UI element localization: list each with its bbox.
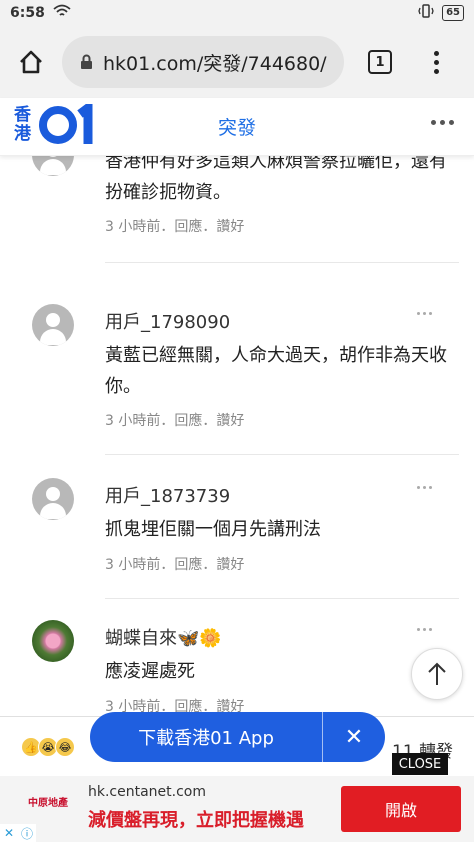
avatar[interactable] (32, 478, 74, 520)
tab-count: 1 (368, 50, 392, 74)
comment-text: 抓鬼埋佢關一個月先講刑法 (105, 519, 321, 540)
browser-menu-button[interactable] (416, 50, 456, 74)
close-banner-button[interactable]: ✕ (323, 725, 385, 750)
advertiser-logo: 中原地產 (28, 798, 68, 809)
header-more-icon[interactable] (431, 120, 454, 125)
vibrate-icon (418, 4, 434, 22)
battery-level: 65 (442, 5, 464, 21)
url-text: hk01.com/突發/744680/ (103, 52, 327, 75)
divider (105, 454, 459, 455)
download-app-button[interactable]: 下載香港01 App (90, 724, 322, 750)
comment-username[interactable]: 蝴蝶自來🦋🌼 (105, 624, 222, 650)
clock: 6:58 (10, 5, 45, 21)
section-title[interactable]: 突發 (0, 113, 474, 140)
comment-text: 應凌遲處死 (105, 661, 195, 682)
comment-more-icon[interactable] (417, 628, 432, 631)
ad-open-button[interactable]: 開啟 (341, 786, 461, 832)
status-bar: 6:58 65 (0, 0, 474, 26)
close-icon[interactable]: ✕ (0, 824, 18, 842)
avatar[interactable] (32, 304, 74, 346)
download-app-banner: 下載香港01 App ✕ (90, 712, 385, 762)
browser-toolbar: hk01.com/突發/744680/ 1 (0, 26, 474, 98)
comment-list: 香港仲有好多這類人麻煩警察拉曬佢，還有扮確診扼物資。 3 小時前．回應．讚好 用… (0, 156, 474, 716)
divider (105, 262, 459, 263)
comment-username[interactable]: 用戶_1873739 (105, 482, 230, 508)
close-ad-button[interactable]: CLOSE (392, 753, 448, 775)
ad-headline: 減價盤再現，立即把握機遇 (88, 810, 304, 831)
comment-text: 黃藍已經無關，人命大過天，胡作非為天收你。 (105, 345, 447, 397)
comment-more-icon[interactable] (417, 486, 432, 489)
arrow-up-icon (428, 662, 446, 685)
comment-text: 香港仲有好多這類人麻煩警察拉曬佢，還有扮確診扼物資。 (105, 156, 447, 203)
avatar[interactable] (32, 156, 74, 176)
home-icon (20, 50, 42, 74)
comment-meta[interactable]: 3 小時前．回應．讚好 (105, 554, 244, 574)
info-icon[interactable]: ⓘ (18, 824, 36, 842)
site-header: 香港 突發 (0, 98, 474, 156)
advertisement[interactable]: 中原地產 hk.centanet.com 減價盤再現，立即把握機遇 開啟 ✕ ⓘ (0, 776, 474, 842)
avatar[interactable] (32, 620, 74, 662)
comment-meta[interactable]: 3 小時前．回應．讚好 (105, 216, 244, 236)
comment-username[interactable]: 用戶_1798090 (105, 308, 230, 334)
home-button[interactable] (0, 26, 62, 98)
wifi-icon (53, 4, 71, 22)
tab-switcher-button[interactable]: 1 (344, 50, 416, 74)
laugh-icon: 😂 (55, 737, 75, 757)
scroll-to-top-button[interactable] (411, 648, 463, 700)
lock-icon (80, 54, 93, 70)
ad-choices[interactable]: ✕ ⓘ (0, 824, 36, 842)
divider (105, 598, 459, 599)
reaction-icons[interactable]: 👍 😭 😂 (21, 737, 75, 757)
comment-more-icon[interactable] (417, 312, 432, 315)
address-bar[interactable]: hk01.com/突發/744680/ (62, 36, 344, 88)
comment-meta[interactable]: 3 小時前．回應．讚好 (105, 410, 244, 430)
ad-url: hk.centanet.com (88, 784, 207, 800)
